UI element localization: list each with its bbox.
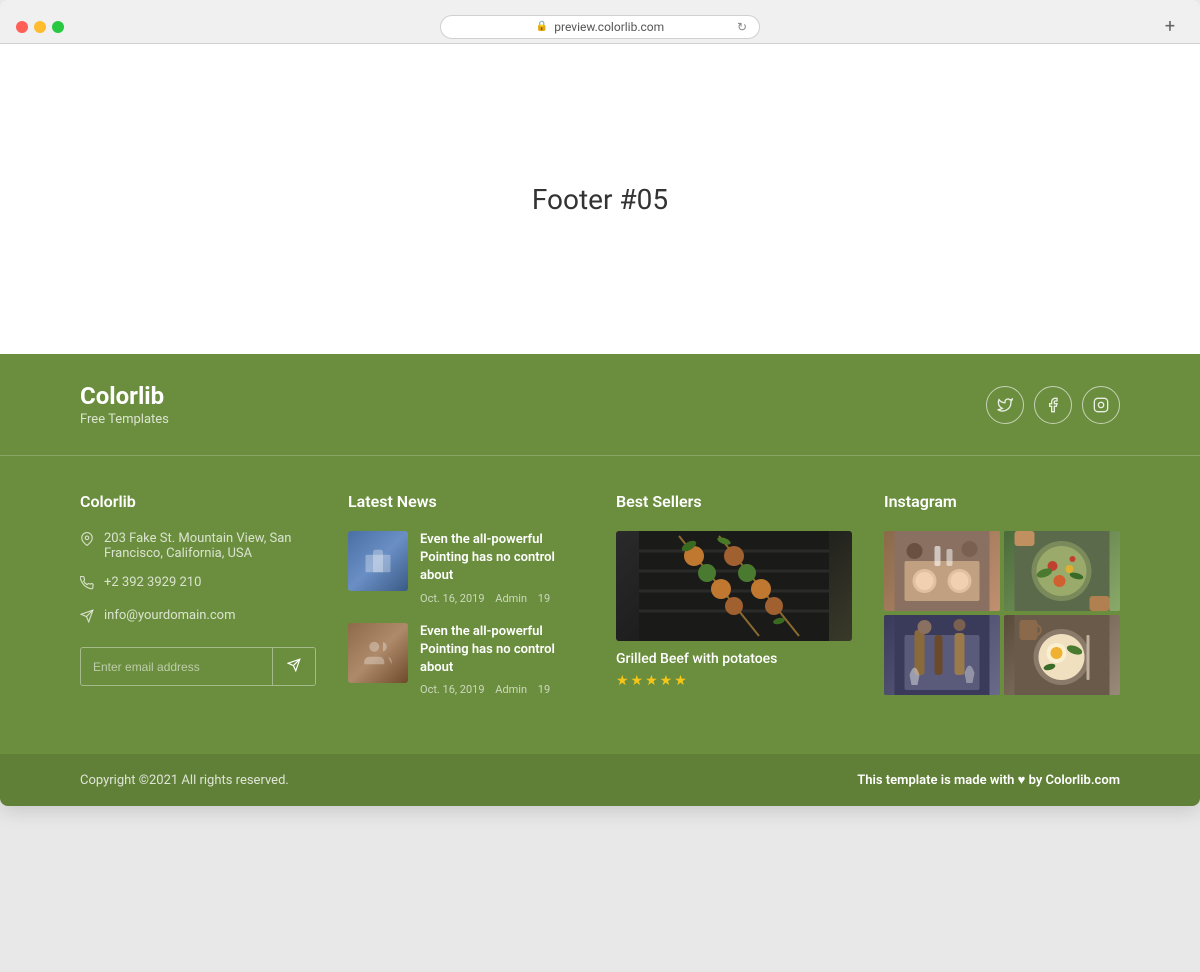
- instagram-grid: [884, 531, 1120, 695]
- news-title-1[interactable]: Even the all-powerful Pointing has no co…: [420, 531, 584, 586]
- email-item: info@yourdomain.com: [80, 608, 316, 627]
- news-item-2: Even the all-powerful Pointing has no co…: [348, 623, 584, 697]
- twitter-icon[interactable]: [986, 386, 1024, 424]
- brand: Colorlib Free Templates: [80, 382, 169, 427]
- email-icon: [80, 609, 94, 627]
- refresh-icon[interactable]: ↻: [737, 20, 747, 34]
- product-title[interactable]: Grilled Beef with potatoes: [616, 651, 852, 667]
- news-comments-1: 19: [538, 592, 550, 605]
- fullscreen-button[interactable]: [52, 21, 64, 33]
- instagram-title: Instagram: [884, 492, 1120, 511]
- new-tab-button[interactable]: +: [1156, 13, 1184, 41]
- brand-name: Colorlib: [80, 382, 169, 410]
- traffic-lights: [16, 21, 64, 33]
- phone-item: +2 392 3929 210: [80, 575, 316, 594]
- url-text: preview.colorlib.com: [554, 20, 664, 34]
- social-icons: [986, 386, 1120, 424]
- made-by-link[interactable]: Colorlib.com: [1046, 773, 1120, 788]
- best-sellers-column: Best Sellers: [616, 492, 852, 714]
- news-thumb-2: [348, 623, 408, 683]
- news-content-2: Even the all-powerful Pointing has no co…: [420, 623, 584, 697]
- product-stars: ★★★★★: [616, 673, 852, 689]
- contact-title: Colorlib: [80, 492, 316, 511]
- address-text: 203 Fake St. Mountain View, San Francisc…: [104, 531, 316, 561]
- close-button[interactable]: [16, 21, 28, 33]
- news-thumb-1-image: [348, 531, 408, 591]
- address-bar[interactable]: 🔒 preview.colorlib.com ↻: [440, 15, 760, 39]
- news-author-1: Admin: [495, 592, 527, 605]
- browser-chrome: 🔒 preview.colorlib.com ↻ +: [0, 0, 1200, 44]
- made-with: This template is made with ♥ by Colorlib…: [857, 772, 1120, 788]
- news-comments-2: 19: [538, 683, 550, 696]
- best-sellers-title: Best Sellers: [616, 492, 852, 511]
- latest-news-title: Latest News: [348, 492, 584, 511]
- news-meta-2: Oct. 16, 2019 Admin 19: [420, 683, 584, 696]
- phone-icon: [80, 576, 94, 594]
- address-item: 203 Fake St. Mountain View, San Francisc…: [80, 531, 316, 561]
- browser-window: Footer #05 Colorlib Free Templates: [0, 44, 1200, 806]
- instagram-photo-3[interactable]: [884, 615, 1000, 695]
- instagram-photo-4[interactable]: [1004, 615, 1120, 695]
- instagram-photo-2[interactable]: [1004, 531, 1120, 611]
- footer-top: Colorlib Free Templates: [0, 354, 1200, 456]
- lock-icon: 🔒: [536, 21, 548, 32]
- instagram-column: Instagram: [884, 492, 1120, 714]
- email-submit-button[interactable]: [272, 648, 315, 685]
- email-input[interactable]: [81, 648, 272, 685]
- copyright-text: Copyright ©2021 All rights reserved.: [80, 773, 289, 788]
- minimize-button[interactable]: [34, 21, 46, 33]
- news-thumb-2-image: [348, 623, 408, 683]
- food-image-bg: [616, 531, 852, 641]
- news-date-1: Oct. 16, 2019: [420, 592, 485, 605]
- news-thumb-1: [348, 531, 408, 591]
- news-title-2[interactable]: Even the all-powerful Pointing has no co…: [420, 623, 584, 678]
- brand-tagline: Free Templates: [80, 412, 169, 427]
- made-with-text: This template is made with ♥ by: [857, 773, 1042, 788]
- page-header: Footer #05: [0, 44, 1200, 354]
- latest-news-column: Latest News Even the all-powerf: [348, 492, 584, 714]
- footer: Colorlib Free Templates: [0, 354, 1200, 806]
- contact-column: Colorlib 203 Fake St. Mountain View, San…: [80, 492, 316, 714]
- news-item-1: Even the all-powerful Pointing has no co…: [348, 531, 584, 605]
- footer-bottom: Copyright ©2021 All rights reserved. Thi…: [0, 754, 1200, 806]
- news-author-2: Admin: [495, 683, 527, 696]
- instagram-icon[interactable]: [1082, 386, 1120, 424]
- email-text: info@yourdomain.com: [104, 608, 235, 623]
- facebook-icon[interactable]: [1034, 386, 1072, 424]
- location-icon: [80, 532, 94, 550]
- news-content-1: Even the all-powerful Pointing has no co…: [420, 531, 584, 605]
- phone-text: +2 392 3929 210: [104, 575, 201, 590]
- news-date-2: Oct. 16, 2019: [420, 683, 485, 696]
- page-title: Footer #05: [532, 183, 668, 216]
- news-meta-1: Oct. 16, 2019 Admin 19: [420, 592, 584, 605]
- email-form: [80, 647, 316, 686]
- instagram-photo-1[interactable]: [884, 531, 1000, 611]
- product-image: [616, 531, 852, 641]
- footer-columns: Colorlib 203 Fake St. Mountain View, San…: [0, 456, 1200, 754]
